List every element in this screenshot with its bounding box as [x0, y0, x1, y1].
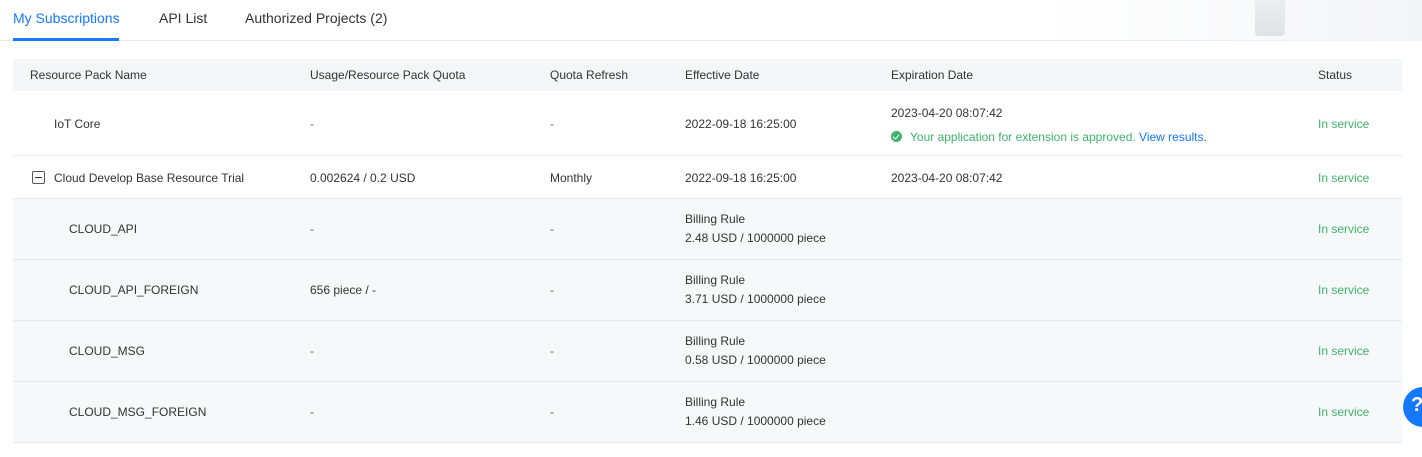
billing-rule-value: 2.48 USD / 1000000 piece [685, 231, 826, 245]
billing-rule-value: 3.71 USD / 1000000 piece [685, 292, 826, 306]
minus-square-icon[interactable] [32, 171, 45, 184]
cell-usage: 656 piece / - [310, 283, 377, 297]
status-badge: In service [1318, 283, 1370, 297]
cell-name: CLOUD_MSG [69, 344, 146, 358]
column-header-effective: Effective Date [685, 68, 760, 82]
cell-expiration-date: 2023-04-20 08:07:42 [891, 171, 1003, 185]
cell-name: CLOUD_API [69, 222, 138, 236]
status-badge: In service [1318, 344, 1370, 358]
cell-expiration-date: 2023-04-20 08:07:42 [891, 106, 1003, 120]
tab-api-list[interactable]: API List [159, 10, 207, 26]
tab-my-subscriptions[interactable]: My Subscriptions [13, 10, 120, 26]
help-icon: ? [1411, 394, 1422, 416]
cell-refresh: - [550, 117, 554, 131]
cell-name: IoT Core [54, 117, 101, 131]
extension-notice: Your application for extension is approv… [891, 130, 1207, 144]
billing-rule-label: Billing Rule [685, 334, 746, 348]
status-badge: In service [1318, 222, 1370, 236]
header-decoration [1042, 0, 1422, 41]
help-button[interactable]: ? [1403, 387, 1422, 427]
cell-effective-date: 2022-09-18 16:25:00 [685, 117, 797, 131]
cell-usage: 0.002624 / 0.2 USD [310, 171, 416, 185]
cell-effective-date: 2022-09-18 16:25:00 [685, 171, 797, 185]
column-header-status: Status [1318, 68, 1353, 82]
column-header-name: Resource Pack Name [30, 68, 147, 82]
billing-rule-value: 0.58 USD / 1000000 piece [685, 353, 826, 367]
column-header-usage: Usage/Resource Pack Quota [310, 68, 466, 82]
tab-authorized-projects[interactable]: Authorized Projects (2) [245, 10, 387, 26]
table-row-cloud-api-foreign: CLOUD_API_FOREIGN 656 piece / - - Billin… [13, 260, 1402, 321]
cell-refresh: - [550, 222, 554, 236]
cell-refresh: - [550, 283, 554, 297]
cell-refresh: Monthly [550, 171, 593, 185]
status-badge: In service [1318, 171, 1370, 185]
billing-rule-label: Billing Rule [685, 273, 746, 287]
table-row-cloud-api: CLOUD_API - - Billing Rule 2.48 USD / 10… [13, 199, 1402, 260]
cell-refresh: - [550, 405, 554, 419]
column-header-expiration: Expiration Date [891, 68, 974, 82]
cell-usage: - [310, 222, 314, 236]
cell-usage: - [310, 117, 314, 131]
table-header: Resource Pack Name Usage/Resource Pack Q… [13, 59, 1402, 91]
billing-rule-label: Billing Rule [685, 395, 746, 409]
table-row-cloud-msg-foreign: CLOUD_MSG_FOREIGN - - Billing Rule 1.46 … [13, 382, 1402, 443]
table-row-iot-core: IoT Core - - 2022-09-18 16:25:00 2023-04… [13, 91, 1402, 156]
view-results-link[interactable]: View results. [1139, 130, 1207, 144]
subscriptions-table: Resource Pack Name Usage/Resource Pack Q… [13, 59, 1402, 443]
cell-name: Cloud Develop Base Resource Trial [54, 171, 245, 185]
cell-usage: - [310, 344, 314, 358]
status-badge: In service [1318, 405, 1370, 419]
extension-notice-text: Your application for extension is approv… [910, 130, 1136, 144]
check-circle-icon [891, 131, 902, 142]
column-header-refresh: Quota Refresh [550, 68, 629, 82]
table-row-cloud-develop: Cloud Develop Base Resource Trial 0.0026… [13, 156, 1402, 199]
tab-bar: My Subscriptions API List Authorized Pro… [0, 0, 1422, 41]
billing-rule-label: Billing Rule [685, 212, 746, 226]
cell-name: CLOUD_API_FOREIGN [69, 283, 199, 297]
cell-refresh: - [550, 344, 554, 358]
status-badge: In service [1318, 117, 1370, 131]
billing-rule-value: 1.46 USD / 1000000 piece [685, 414, 826, 428]
cell-name: CLOUD_MSG_FOREIGN [69, 405, 207, 419]
active-tab-indicator [13, 38, 119, 41]
header-decoration-block [1255, 0, 1285, 36]
cell-usage: - [310, 405, 314, 419]
table-row-cloud-msg: CLOUD_MSG - - Billing Rule 0.58 USD / 10… [13, 321, 1402, 382]
